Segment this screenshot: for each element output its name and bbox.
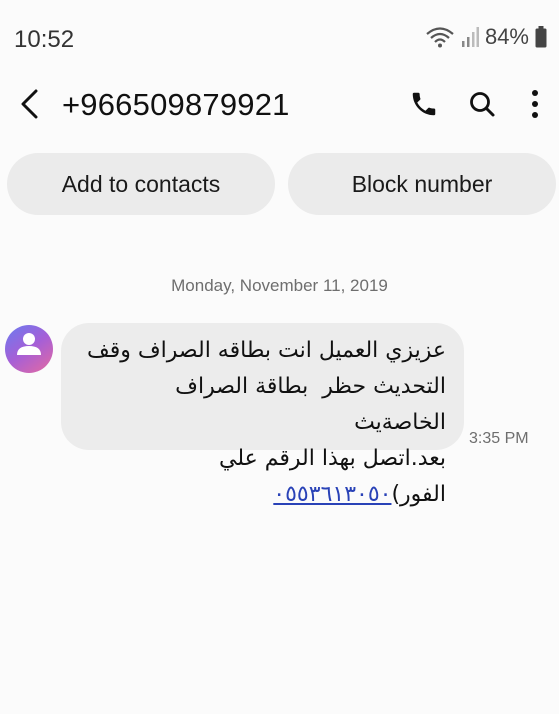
block-number-button[interactable]: Block number [288,153,556,215]
more-vertical-icon [531,89,539,124]
signal-icon [461,26,479,48]
contact-actions: Add to contacts Block number [0,153,559,215]
phone-number-link[interactable]: ٠٥٥٣٦١٣٠٥٠ [273,482,391,507]
date-separator: Monday, November 11, 2019 [171,276,388,295]
search-button[interactable] [460,84,504,128]
sender-avatar[interactable] [5,325,53,373]
search-icon [468,90,496,123]
person-icon [5,325,53,373]
chevron-left-icon [18,89,42,124]
conversation-header: +966509879921 [0,78,559,134]
call-button[interactable] [402,84,446,128]
more-options-button[interactable] [515,84,555,128]
status-icons: 84% [425,24,547,50]
message-text: عزيزي العميل انت بطاقه الصراف وقف التحدي… [79,333,446,513]
back-button[interactable] [8,82,52,130]
message-line: عزيزي العميل انت بطاقه الصراف وقف [86,338,446,363]
contact-number: +966509879921 [62,87,290,122]
status-bar: 10:52 84% [0,0,559,78]
add-to-contacts-button[interactable]: Add to contacts [7,153,275,215]
message-bubble[interactable]: عزيزي العميل انت بطاقه الصراف وقف التحدي… [61,323,464,507]
status-time: 10:52 [14,26,75,53]
message-line: التحديث حظر بطاقة الصراف الخاصةيث [168,374,446,435]
phone-icon [409,89,439,124]
battery-percent: 84% [484,24,529,49]
battery-icon [535,26,547,48]
message-timestamp: 3:35 PM [469,430,529,447]
wifi-icon [425,26,455,48]
